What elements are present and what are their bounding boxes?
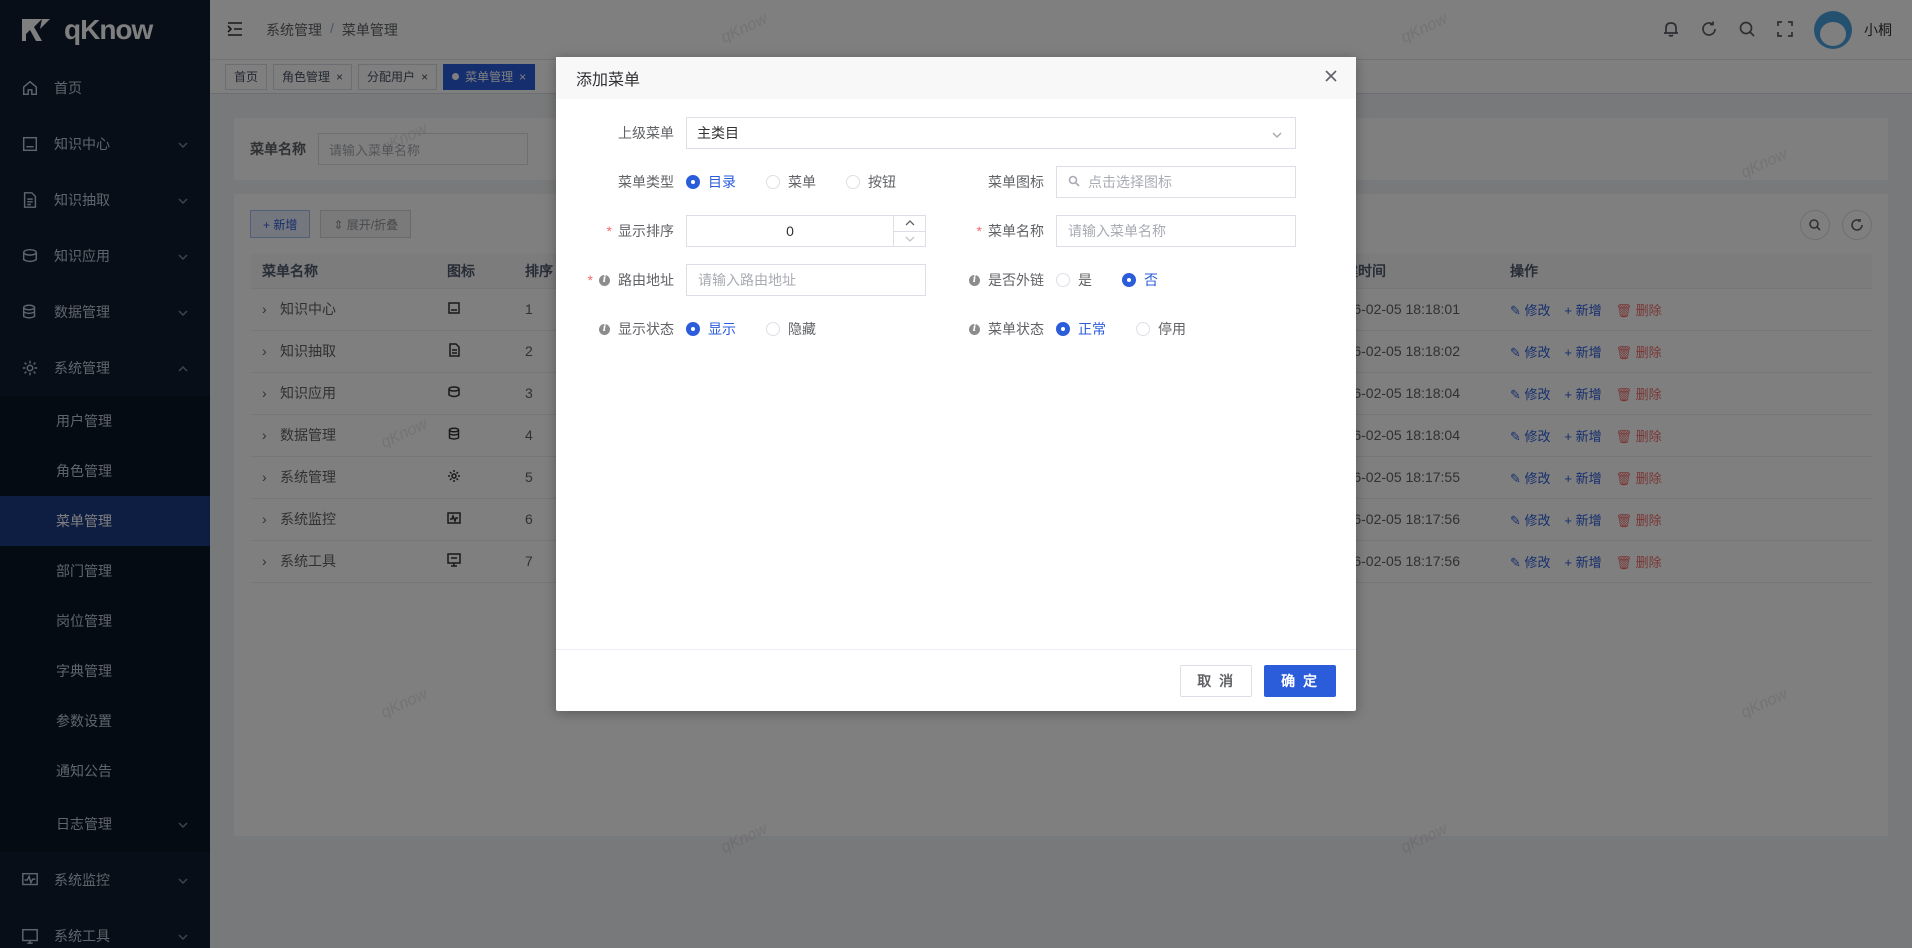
form-row: 上级菜单 主类目 [556, 117, 1316, 149]
dialog-header: 添加菜单 [556, 57, 1356, 99]
name-label: 菜单名称 [988, 223, 1044, 239]
confirm-button[interactable]: 确 定 [1264, 664, 1336, 697]
radio-status-disabled[interactable]: 停用 [1136, 319, 1186, 339]
form-label: 菜单类型 [556, 172, 686, 192]
radio-circle-icon [1122, 273, 1136, 287]
form-item-route: * i 路由地址 请输入路由地址 [556, 264, 926, 296]
decrease-button[interactable] [894, 232, 925, 247]
menu-type-radio-group: 目录 菜单 按钮 [686, 172, 926, 192]
visible-label: 显示状态 [618, 321, 674, 337]
input-placeholder: 请输入菜单名称 [1068, 223, 1166, 239]
form-label: * 菜单名称 [926, 221, 1056, 241]
radio-external-no[interactable]: 否 [1122, 270, 1158, 290]
form-label: * i 路由地址 [556, 270, 686, 290]
form-item-parent: 上级菜单 主类目 [556, 117, 1296, 149]
required-mark: * [976, 223, 982, 239]
form-label: 菜单图标 [926, 172, 1056, 192]
route-input[interactable]: 请输入路由地址 [686, 264, 926, 296]
form-item-order: * 显示排序 0 [556, 215, 926, 247]
form-label: * 显示排序 [556, 221, 686, 241]
info-icon[interactable]: i [969, 274, 980, 286]
radio-external-yes[interactable]: 是 [1056, 270, 1092, 290]
form-item-visible: i 显示状态 显示 隐藏 [556, 319, 926, 339]
icon-label: 菜单图标 [988, 174, 1044, 190]
dialog-title: 添加菜单 [576, 72, 641, 89]
radio-label: 是 [1078, 272, 1092, 288]
external-radio-group: 是 否 [1056, 270, 1296, 290]
input-placeholder: 点击选择图标 [1088, 174, 1172, 190]
required-mark: * [606, 223, 612, 239]
select-value: 主类目 [697, 125, 739, 141]
info-icon[interactable]: i [599, 323, 610, 335]
increase-button[interactable] [894, 216, 925, 232]
radio-circle-icon [1056, 322, 1070, 336]
radio-circle-icon [686, 322, 700, 336]
radio-label: 正常 [1078, 321, 1106, 337]
radio-label: 隐藏 [788, 321, 816, 337]
parent-menu-select[interactable]: 主类目 [686, 117, 1296, 149]
parent-label: 上级菜单 [618, 125, 674, 141]
radio-label: 按钮 [868, 174, 896, 190]
dialog-footer: 取 消 确 定 [556, 649, 1356, 711]
stepper [893, 216, 925, 246]
radio-circle-icon [1136, 322, 1150, 336]
radio-circle-icon [686, 175, 700, 189]
radio-menu[interactable]: 菜单 [766, 172, 816, 192]
radio-visible-show[interactable]: 显示 [686, 319, 736, 339]
form-item-type: 菜单类型 目录 菜单 按钮 [556, 172, 926, 192]
form-row: 菜单类型 目录 菜单 按钮 菜单图标 点击选择图标 [556, 166, 1316, 198]
radio-circle-icon [846, 175, 860, 189]
radio-label: 目录 [708, 174, 736, 190]
form-row: i 显示状态 显示 隐藏 i 菜单状态 正常 停用 [556, 313, 1316, 345]
search-icon [1068, 174, 1088, 190]
chevron-down-icon [1271, 128, 1283, 144]
form-row: * i 路由地址 请输入路由地址 i 是否外链 是 否 [556, 264, 1316, 296]
dialog-body: 上级菜单 主类目 菜单类型 目录 菜单 按钮 菜单图标 点击选择图标 * 显示排序… [556, 99, 1356, 649]
form-item-status: i 菜单状态 正常 停用 [926, 319, 1296, 339]
radio-label: 显示 [708, 321, 736, 337]
form-label: i 显示状态 [556, 319, 686, 339]
radio-button[interactable]: 按钮 [846, 172, 896, 192]
menu-name-input[interactable]: 请输入菜单名称 [1056, 215, 1296, 247]
form-label: i 是否外链 [926, 270, 1056, 290]
form-label: i 菜单状态 [926, 319, 1056, 339]
radio-status-normal[interactable]: 正常 [1056, 319, 1106, 339]
route-label: 路由地址 [618, 272, 674, 288]
info-icon[interactable]: i [599, 274, 610, 286]
form-item-name: * 菜单名称 请输入菜单名称 [926, 215, 1296, 247]
radio-circle-icon [1056, 273, 1070, 287]
close-icon[interactable] [1324, 69, 1340, 85]
input-placeholder: 请输入路由地址 [698, 272, 796, 288]
radio-directory[interactable]: 目录 [686, 172, 736, 192]
type-label: 菜单类型 [618, 174, 674, 190]
form-item-external: i 是否外链 是 否 [926, 270, 1296, 290]
status-radio-group: 正常 停用 [1056, 319, 1296, 339]
radio-visible-hide[interactable]: 隐藏 [766, 319, 816, 339]
radio-label: 菜单 [788, 174, 816, 190]
external-label: 是否外链 [988, 272, 1044, 288]
cancel-button[interactable]: 取 消 [1180, 664, 1253, 697]
icon-picker-input[interactable]: 点击选择图标 [1056, 166, 1296, 198]
status-label: 菜单状态 [988, 321, 1044, 337]
add-menu-dialog: 添加菜单 上级菜单 主类目 菜单类型 目录 菜单 按钮 菜单图标 点击选择图标 [556, 57, 1356, 711]
order-label: 显示排序 [618, 223, 674, 239]
required-mark: * [587, 272, 593, 288]
number-value: 0 [786, 223, 794, 239]
form-row: * 显示排序 0 * 菜单名称 请输入菜单名称 [556, 215, 1316, 247]
radio-label: 否 [1144, 272, 1158, 288]
form-label: 上级菜单 [556, 123, 686, 143]
radio-circle-icon [766, 322, 780, 336]
info-icon[interactable]: i [969, 323, 980, 335]
radio-label: 停用 [1158, 321, 1186, 337]
form-item-icon: 菜单图标 点击选择图标 [926, 166, 1296, 198]
order-input-number[interactable]: 0 [686, 215, 926, 247]
visible-radio-group: 显示 隐藏 [686, 319, 926, 339]
radio-circle-icon [766, 175, 780, 189]
